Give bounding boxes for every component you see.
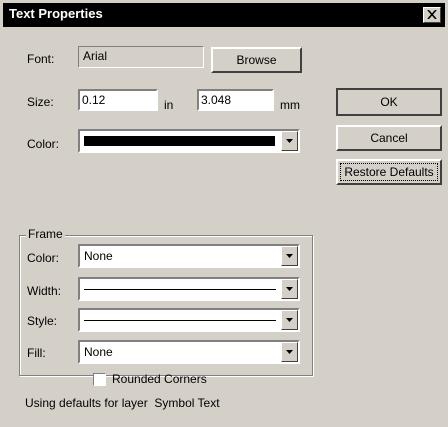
line-width-preview: [84, 289, 276, 290]
rounded-corners-label[interactable]: Rounded Corners: [112, 372, 207, 386]
inches-unit-label: in: [164, 98, 174, 112]
mm-unit-label: mm: [280, 98, 300, 112]
frame-style-dropdown[interactable]: [78, 308, 300, 332]
color-label: Color:: [27, 137, 60, 151]
layer-name: Symbol Text: [154, 396, 220, 410]
chevron-down-icon: [286, 287, 293, 291]
restore-defaults-button[interactable]: Restore Defaults: [336, 159, 442, 185]
frame-color-label: Color:: [27, 251, 60, 265]
dropdown-arrow-button[interactable]: [281, 246, 298, 266]
dropdown-arrow-button[interactable]: [281, 342, 298, 362]
frame-style-label: Style:: [27, 314, 58, 328]
chevron-down-icon: [286, 318, 293, 322]
size-mm-input[interactable]: 3.048: [197, 89, 274, 111]
frame-fill-label: Fill:: [27, 346, 46, 360]
frame-fill-dropdown[interactable]: None: [78, 340, 300, 364]
size-label: Size:: [27, 95, 54, 109]
frame-group-label: Frame: [26, 227, 65, 241]
close-icon: [427, 10, 437, 19]
rounded-corners-checkbox[interactable]: [93, 373, 106, 386]
line-style-preview: [84, 320, 276, 321]
dropdown-arrow-button[interactable]: [281, 310, 298, 330]
title-bar[interactable]: Text Properties: [3, 3, 445, 27]
frame-width-label: Width:: [27, 284, 62, 298]
font-name-field: Arial: [78, 46, 204, 68]
dropdown-arrow-button[interactable]: [281, 131, 298, 151]
ok-button[interactable]: OK: [336, 88, 442, 116]
window-title: Text Properties: [9, 6, 103, 21]
chevron-down-icon: [286, 254, 293, 258]
cancel-button[interactable]: Cancel: [336, 125, 442, 151]
close-button[interactable]: [423, 7, 441, 23]
chevron-down-icon: [286, 350, 293, 354]
status-text: Using defaults for layer Symbol Text: [25, 396, 220, 410]
dropdown-arrow-button[interactable]: [281, 279, 298, 299]
color-swatch: [84, 136, 275, 146]
frame-width-dropdown[interactable]: [78, 277, 300, 301]
browse-button[interactable]: Browse: [211, 47, 302, 73]
font-label: Font:: [27, 52, 55, 66]
chevron-down-icon: [286, 139, 293, 143]
color-dropdown[interactable]: [78, 129, 300, 153]
frame-color-dropdown[interactable]: None: [78, 244, 300, 268]
size-inches-input[interactable]: 0.12: [78, 89, 158, 111]
text-properties-dialog: Text Properties Font: Arial Browse Size:…: [0, 0, 448, 427]
